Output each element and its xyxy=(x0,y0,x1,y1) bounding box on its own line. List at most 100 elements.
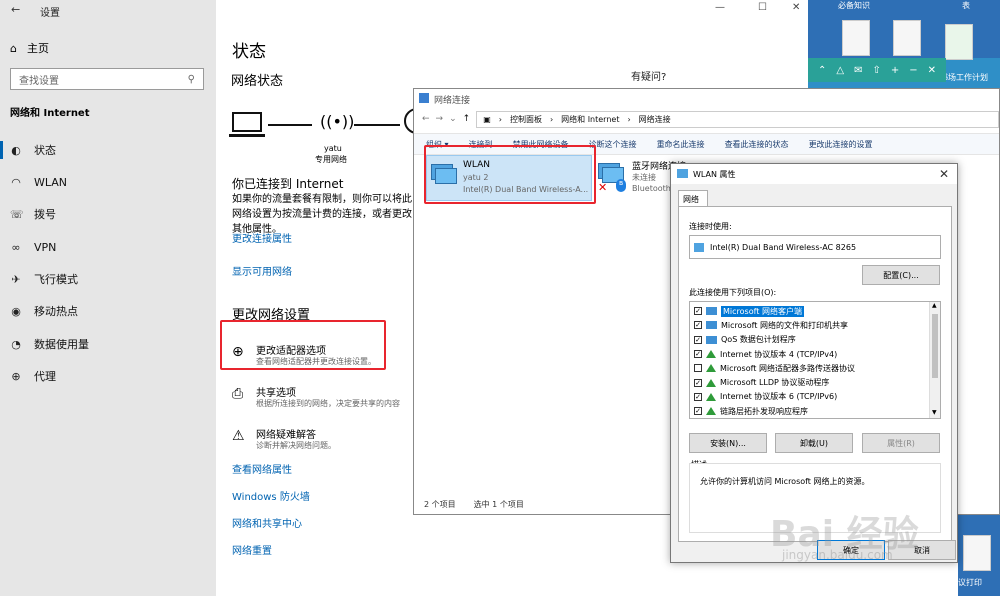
properties-button[interactable]: 属性(R) xyxy=(862,433,940,453)
minimize-icon[interactable]: − xyxy=(909,65,917,76)
list-item[interactable]: ✓ QoS 数据包计划程序 xyxy=(690,333,928,347)
control-panel-icon: ▣ xyxy=(483,114,491,124)
sidebar-item-hotspot[interactable]: ◉ 移动热点 xyxy=(10,302,210,320)
sidebar-item-dialup[interactable]: ☏ 拨号 xyxy=(10,205,210,223)
list-item-label: Microsoft 网络客户端 xyxy=(721,305,804,317)
network-adapter-icon xyxy=(694,243,704,252)
list-item[interactable]: ✓ Microsoft LLDP 协议驱动程序 xyxy=(690,375,928,389)
chevron-icon: › xyxy=(549,114,554,124)
breadcrumb-item[interactable]: 控制面板 xyxy=(510,114,542,125)
search-icon: ⚲ xyxy=(187,73,195,85)
sharing-options-title: 共享选项 xyxy=(256,388,296,399)
network-reset-link[interactable]: 网络重置 xyxy=(232,542,272,557)
description-text: 允许你的计算机访问 Microsoft 网络上的资源。 xyxy=(700,477,870,486)
sidebar-item-proxy[interactable]: ⊕ 代理 xyxy=(10,367,210,385)
tab-network[interactable]: 网络 xyxy=(678,190,708,207)
up-icon[interactable]: ↑ xyxy=(463,114,471,124)
search-placeholder: 查找设置 xyxy=(19,75,59,87)
desktop-file-icon[interactable] xyxy=(842,20,870,56)
checkbox[interactable]: ✓ xyxy=(694,407,702,416)
scroll-down-icon[interactable]: ▼ xyxy=(932,409,937,416)
sidebar-item-wlan[interactable]: ◠ WLAN xyxy=(10,173,210,191)
view-status-button[interactable]: 查看此连接的状态 xyxy=(725,139,789,150)
checkbox[interactable]: ✓ xyxy=(694,392,702,401)
sidebar-item-data-usage[interactable]: ◔ 数据使用量 xyxy=(10,335,210,353)
back-icon[interactable]: ← xyxy=(422,114,430,124)
scroll-up-icon[interactable]: ▲ xyxy=(932,302,937,309)
protocol-icon xyxy=(706,378,716,387)
components-list[interactable]: ✓ Microsoft 网络客户端 ✓ Microsoft 网络的文件和打印机共享 ✓ Q… xyxy=(689,301,941,419)
protocol-icon xyxy=(706,407,716,416)
list-item[interactable]: ✓ Internet 协议版本 6 (TCP/IPv6) xyxy=(690,390,928,404)
list-item[interactable]: ✓ Internet 协议版本 4 (TCP/IPv4) xyxy=(690,347,928,361)
close-icon[interactable]: ✕ xyxy=(939,167,949,181)
components-list-rows: ✓ Microsoft 网络客户端 ✓ Microsoft 网络的文件和打印机共享 ✓ Q… xyxy=(690,304,928,418)
dialog-title: WLAN 属性 xyxy=(693,170,736,179)
checkbox[interactable]: ✓ xyxy=(694,307,702,316)
troubleshooter-title: 网络疑难解答 xyxy=(256,430,316,441)
list-item[interactable]: ✓ 链路层拓扑发现响应程序 xyxy=(690,404,928,418)
maximize-icon[interactable]: ☐ xyxy=(758,2,767,13)
search-input[interactable]: 查找设置 ⚲ xyxy=(10,68,204,90)
sidebar-item-status[interactable]: ◐ 状态 xyxy=(0,141,210,159)
breadcrumb-item[interactable]: 网络和 Internet xyxy=(561,114,619,125)
upload-icon[interactable]: ⇧ xyxy=(872,65,880,76)
settings-window-title: 设置 xyxy=(40,8,60,19)
configure-button[interactable]: 配置(C)... xyxy=(862,265,940,285)
warning-icon[interactable]: △ xyxy=(836,65,844,76)
ssid-label: yatu xyxy=(324,144,342,153)
forward-icon[interactable]: → xyxy=(436,114,444,124)
checkbox[interactable]: ✓ xyxy=(694,378,702,387)
change-settings-button[interactable]: 更改此连接的设置 xyxy=(809,139,873,150)
settings-titlebar: ← 设置 xyxy=(0,0,216,22)
list-scrollbar[interactable]: ▲ ▼ xyxy=(929,302,940,418)
checkbox[interactable]: ✓ xyxy=(694,335,702,344)
sidebar-item-label: 状态 xyxy=(34,144,56,157)
client-icon xyxy=(706,335,717,344)
show-available-networks-link[interactable]: 显示可用网络 xyxy=(232,263,292,278)
recent-icon[interactable]: ⌄ xyxy=(449,114,457,124)
windows-firewall-link[interactable]: Windows 防火墙 xyxy=(232,488,310,503)
desktop-folder-icon[interactable] xyxy=(963,535,991,571)
address-bar[interactable]: ▣ › 控制面板 › 网络和 Internet › 网络连接 xyxy=(476,110,999,128)
scrollbar-thumb[interactable] xyxy=(932,314,938,378)
home-label: 主页 xyxy=(26,42,49,55)
home-nav-item[interactable]: ⌂ 主页 xyxy=(10,40,49,56)
rename-button[interactable]: 重命名此连接 xyxy=(657,139,705,150)
settings-sidebar: ← 设置 ⌂ 主页 查找设置 ⚲ 网络和 Internet ◐ 状态 ◠ WLAN … xyxy=(0,0,216,596)
sidebar-item-vpn[interactable]: ∞ VPN xyxy=(10,238,210,256)
desktop-folder-icon[interactable] xyxy=(893,20,921,56)
network-diagram: ((•)) yatu 专用网络 xyxy=(229,108,432,165)
back-arrow-icon[interactable]: ← xyxy=(11,3,20,16)
view-network-properties-link[interactable]: 查看网络属性 xyxy=(232,461,292,476)
list-item-label: Microsoft LLDP 协议驱动程序 xyxy=(720,378,830,388)
status-bar: 2 个项目 选中 1 个项目 xyxy=(424,499,524,510)
checkbox[interactable] xyxy=(694,364,702,373)
minimize-icon[interactable]: — xyxy=(715,2,725,13)
checkbox[interactable]: ✓ xyxy=(694,321,702,330)
hotspot-icon: ◉ xyxy=(11,304,21,318)
sharing-options-desc: 根据所连接到的网络，决定要共享的内容 xyxy=(256,399,400,408)
connection-line xyxy=(268,124,312,126)
home-icon: ⌂ xyxy=(10,41,17,55)
breadcrumb-item[interactable]: 网络连接 xyxy=(639,114,671,125)
uninstall-button[interactable]: 卸载(U) xyxy=(775,433,853,453)
list-item[interactable]: Microsoft 网络适配器多路传送器协议 xyxy=(690,361,928,375)
network-folder-icon xyxy=(419,93,429,103)
add-icon[interactable]: + xyxy=(891,65,899,76)
checkbox[interactable]: ✓ xyxy=(694,350,702,359)
list-item[interactable]: ✓ Microsoft 网络客户端 xyxy=(690,304,928,318)
sidebar-item-label: 拨号 xyxy=(34,208,56,221)
change-connection-properties-link[interactable]: 更改连接属性 xyxy=(232,230,292,245)
list-item[interactable]: ✓ Microsoft 网络的文件和打印机共享 xyxy=(690,318,928,332)
sidebar-item-airplane[interactable]: ✈ 飞行模式 xyxy=(10,270,210,288)
close-icon[interactable]: ✕ xyxy=(928,65,936,76)
mail-icon[interactable]: ✉ xyxy=(854,65,862,76)
collapse-icon[interactable]: ⌃ xyxy=(818,65,826,76)
troubleshooter-desc: 诊断并解决网络问题。 xyxy=(256,441,336,450)
install-button[interactable]: 安装(N)... xyxy=(689,433,767,453)
sharing-center-link[interactable]: 网络和共享中心 xyxy=(232,515,302,530)
close-icon[interactable]: ✕ xyxy=(792,2,800,13)
spreadsheet-icon[interactable] xyxy=(945,24,973,60)
explorer-titlebar: 网络连接 xyxy=(414,89,999,109)
